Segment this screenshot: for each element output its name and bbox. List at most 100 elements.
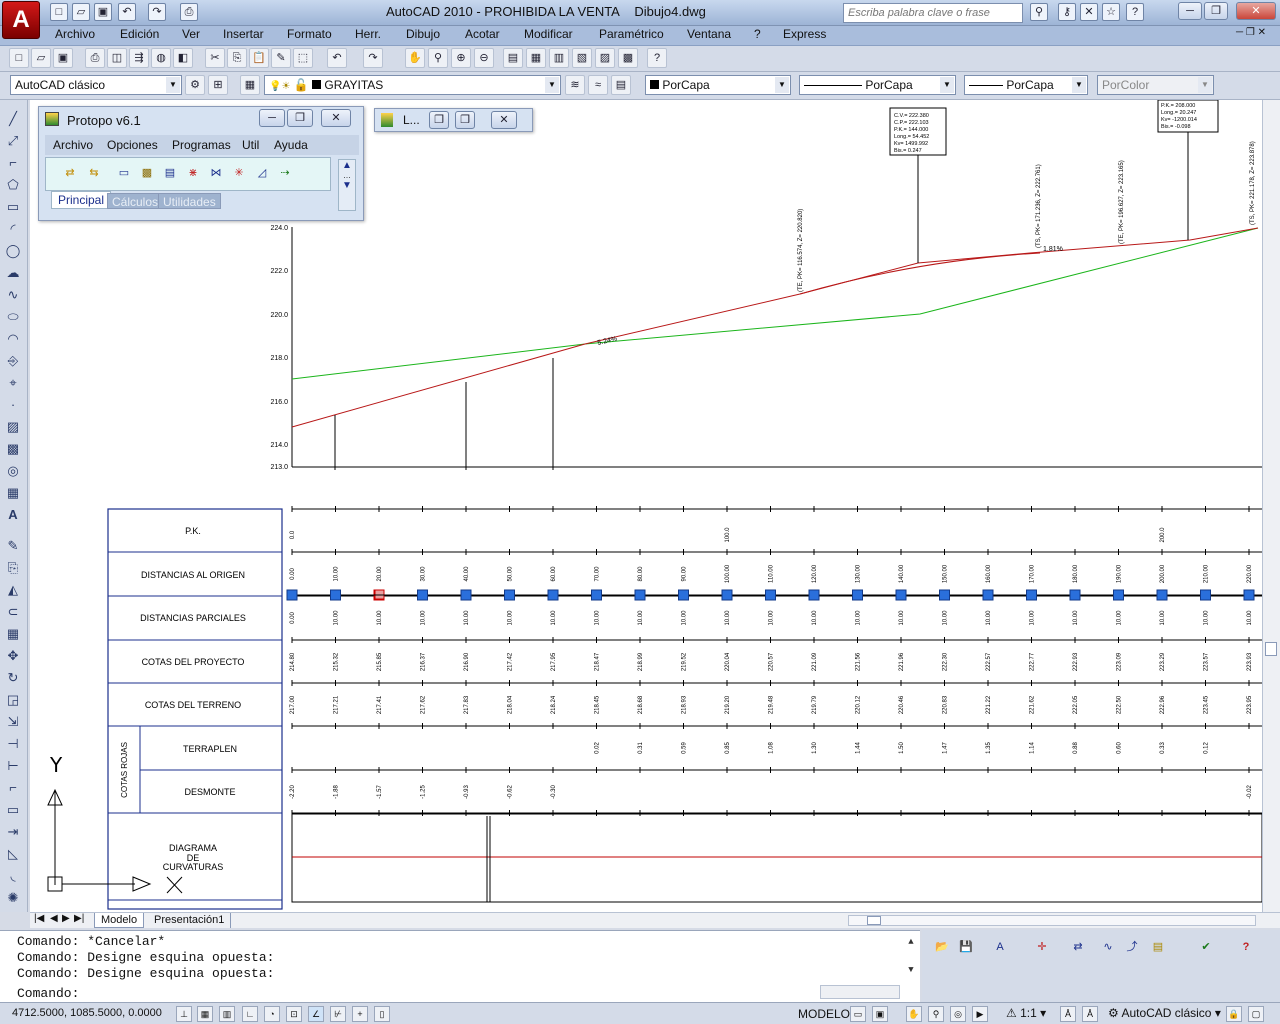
application-menu-button[interactable]: A xyxy=(2,1,40,39)
tab-nav-prev-icon[interactable]: ◀ xyxy=(50,913,58,924)
mtext-icon[interactable]: A xyxy=(4,506,22,524)
protopo-menu-programas[interactable]: Programas xyxy=(172,138,231,152)
3d-dwf-icon[interactable]: ◍ xyxy=(151,48,171,68)
menu-modificar[interactable]: Modificar xyxy=(524,27,573,41)
paste-icon[interactable]: 📋 xyxy=(249,48,269,68)
copy-object-icon[interactable]: ⎘ xyxy=(4,559,22,577)
help-toolbar-icon[interactable]: ? xyxy=(647,48,667,68)
layer-previous-icon[interactable]: ≈ xyxy=(588,75,608,95)
chamfer-icon[interactable]: ◺ xyxy=(4,845,22,863)
command-line[interactable]: Comando: *Cancelar* Comando: Designe esq… xyxy=(0,930,920,1002)
extend-icon[interactable]: ⊢ xyxy=(4,757,22,775)
check-tool-icon[interactable]: ✔ xyxy=(1196,938,1216,958)
layer-combo[interactable]: 💡☀ 🔓 GRAYITAS ▼ xyxy=(264,75,561,95)
save-file-icon[interactable]: ▣ xyxy=(53,48,73,68)
calculator-icon[interactable]: ▩ xyxy=(618,48,638,68)
rotate-icon[interactable]: ↻ xyxy=(4,669,22,687)
arc-icon[interactable]: ◜ xyxy=(4,220,22,238)
trim-icon[interactable]: ⊣ xyxy=(4,735,22,753)
polar-tracking-toggle[interactable]: ◔ xyxy=(264,1006,280,1022)
annotation-scale[interactable]: ⚠ 1:1 ▾ xyxy=(1006,1006,1046,1020)
hscroll-thumb[interactable] xyxy=(867,916,881,925)
close-button[interactable]: ✕ xyxy=(1236,2,1276,20)
binoculars-icon[interactable]: ⚲ xyxy=(1030,3,1048,21)
ellipse-icon[interactable]: ⬭ xyxy=(4,308,22,326)
construction-line-icon[interactable]: ⤢ xyxy=(4,132,22,150)
pan-status-icon[interactable]: ✋ xyxy=(906,1006,922,1022)
scale-icon[interactable]: ◲ xyxy=(4,691,22,709)
protopo-menu-opciones[interactable]: Opciones xyxy=(107,138,158,152)
auto-scale-icon[interactable]: Å xyxy=(1082,1006,1098,1022)
circle-icon[interactable]: ◯ xyxy=(4,242,22,260)
menu-ventana[interactable]: Ventana xyxy=(687,27,731,41)
dynamic-input-toggle[interactable]: + xyxy=(352,1006,368,1022)
menu-ver[interactable]: Ver xyxy=(182,27,200,41)
match-properties-icon[interactable]: ✎ xyxy=(271,48,291,68)
polygon-icon[interactable]: ⬠ xyxy=(4,176,22,194)
qnew-icon[interactable]: □ xyxy=(9,48,29,68)
dynamic-ucs-toggle[interactable]: ⊬ xyxy=(330,1006,346,1022)
text-style-icon[interactable]: A xyxy=(990,938,1010,958)
publish-icon[interactable]: ⇶ xyxy=(129,48,149,68)
gradient-icon[interactable]: ▩ xyxy=(4,440,22,458)
workspace-switch[interactable]: ⚙ AutoCAD clásico ▾ xyxy=(1108,1006,1221,1020)
workspace-combo[interactable]: AutoCAD clásico ▼ xyxy=(10,75,182,95)
command-scrollbar[interactable]: ▲ ▼ xyxy=(904,935,918,983)
zoom-status-icon[interactable]: ⚲ xyxy=(928,1006,944,1022)
stretch-icon[interactable]: ⇲ xyxy=(4,713,22,731)
redo-icon[interactable]: ↷ xyxy=(148,3,166,21)
steering-wheel-icon[interactable]: ◎ xyxy=(950,1006,966,1022)
menu-acotar[interactable]: Acotar xyxy=(465,27,500,41)
protopo-tab-principal[interactable]: Principal xyxy=(51,191,112,209)
menu-help[interactable]: ? xyxy=(754,27,761,41)
protopo-menu-util[interactable]: Util xyxy=(242,138,259,152)
menu-express[interactable]: Express xyxy=(783,27,826,41)
ortho-mode-toggle[interactable]: ∟ xyxy=(242,1006,258,1022)
protopo-chart-icon[interactable]: ◿ xyxy=(252,164,272,184)
color-combo[interactable]: PorCapa ▼ xyxy=(645,75,791,95)
mini-panel-close[interactable]: ✕ xyxy=(491,111,517,129)
offset-icon[interactable]: ⊂ xyxy=(4,603,22,621)
hatch-icon[interactable]: ▨ xyxy=(4,418,22,436)
redo-toolbar-icon[interactable]: ↷ xyxy=(363,48,383,68)
osnap-tracking-toggle[interactable]: ∠ xyxy=(308,1006,324,1022)
vscroll-thumb[interactable] xyxy=(1265,642,1277,656)
tab-nav-first-icon[interactable]: |◀ xyxy=(34,913,44,924)
protopo-close[interactable]: ✕ xyxy=(321,109,351,127)
protopo-tab-utilidades[interactable]: Utilidades xyxy=(158,193,221,209)
tool-palettes-icon[interactable]: ▥ xyxy=(549,48,569,68)
quick-view-layouts-icon[interactable]: ▭ xyxy=(850,1006,866,1022)
ellipse-arc-icon[interactable]: ◠ xyxy=(4,330,22,348)
protopo-menu-ayuda[interactable]: Ayuda xyxy=(274,138,308,152)
folder-icon[interactable]: 📂 xyxy=(932,938,952,958)
rectangle-icon[interactable]: ▭ xyxy=(4,198,22,216)
quick-view-drawings-icon[interactable]: ▣ xyxy=(872,1006,888,1022)
move-icon[interactable]: ✥ xyxy=(4,647,22,665)
protopo-menu-archivo[interactable]: Archivo xyxy=(53,138,93,152)
lineweight-combo[interactable]: PorCapa ▼ xyxy=(964,75,1088,95)
floppy-icon[interactable]: 💾 xyxy=(956,938,976,958)
tab-nav-last-icon[interactable]: ▶| xyxy=(74,913,84,924)
tab-modelo[interactable]: Modelo xyxy=(94,913,145,928)
publish-3d-icon[interactable]: ◧ xyxy=(173,48,193,68)
drawing-canvas[interactable]: 224.0 222.0 220.0 218.0 216.0 214.0 213.… xyxy=(30,100,1262,912)
minimize-button[interactable]: ─ xyxy=(1178,2,1202,20)
toolbar-lock-icon[interactable]: 🔒 xyxy=(1226,1006,1242,1022)
revision-cloud-icon[interactable]: ☁ xyxy=(4,264,22,282)
point-style-icon[interactable]: ✛ xyxy=(1032,938,1052,958)
zoom-realtime-icon[interactable]: ⚲ xyxy=(428,48,448,68)
undo-icon[interactable]: ↶ xyxy=(118,3,136,21)
plot-icon[interactable]: ⎙ xyxy=(180,3,198,21)
sheet-set-icon[interactable]: ▧ xyxy=(572,48,592,68)
layer-state-icon[interactable]: ▤ xyxy=(611,75,631,95)
break-point-icon[interactable]: ⌐ xyxy=(4,779,22,797)
menu-archivo[interactable]: Archivo xyxy=(55,27,95,41)
command-prompt[interactable]: Comando: xyxy=(17,986,79,1001)
menu-edicion[interactable]: Edición xyxy=(120,27,159,41)
erase-icon[interactable]: ✎ xyxy=(4,537,22,555)
array-icon[interactable]: ▦ xyxy=(4,625,22,643)
fillet-icon[interactable]: ◟ xyxy=(4,867,22,885)
mini-panel-restore-1[interactable]: ❐ xyxy=(429,111,449,129)
route-tool-icon[interactable]: ⤴ xyxy=(1122,938,1142,958)
tab-nav-next-icon[interactable]: ▶ xyxy=(62,913,70,924)
